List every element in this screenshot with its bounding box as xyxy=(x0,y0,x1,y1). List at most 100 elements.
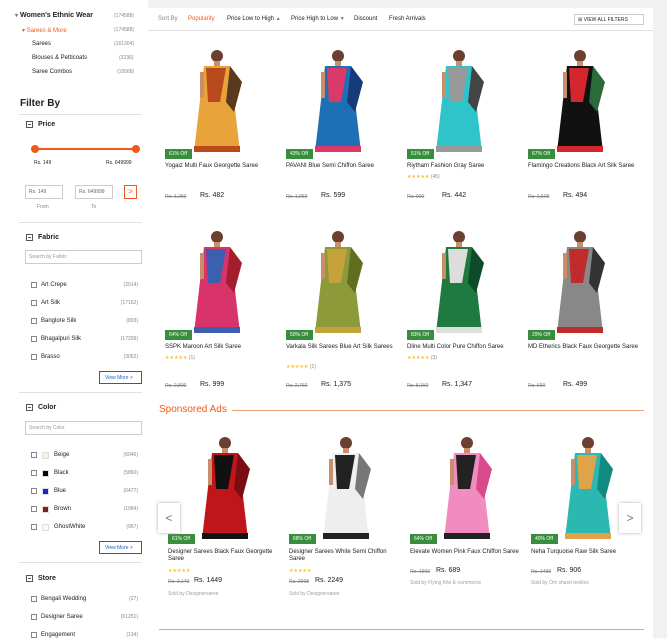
product-image-wrap[interactable] xyxy=(410,429,525,544)
category-sarees-more[interactable]: ▾ Sarees & More xyxy=(22,27,67,34)
product-image[interactable] xyxy=(410,429,525,544)
sort-price-high-low-tab[interactable]: Price High to Low ▼ xyxy=(291,16,345,22)
discount-badge: 61% Off xyxy=(168,534,195,544)
sort-fresh-arrivals-tab[interactable]: Fresh Arrivals xyxy=(389,16,426,22)
product-title[interactable]: Dline Multi Color Pure Chiffon Saree xyxy=(407,344,519,351)
product-image[interactable] xyxy=(402,42,517,157)
product-image[interactable] xyxy=(281,223,396,338)
seller-name: Sold by Designersaree xyxy=(289,591,340,597)
fabric-checkbox[interactable] xyxy=(31,318,37,324)
color-checkbox[interactable] xyxy=(31,470,37,476)
product-image[interactable] xyxy=(402,223,517,338)
color-option-label: Beige xyxy=(54,452,70,458)
collapse-price-icon[interactable] xyxy=(26,121,33,128)
collapse-store-icon[interactable] xyxy=(26,575,33,582)
product-card[interactable]: 29% Off MD Etherics Black Faux Georgette… xyxy=(523,223,640,389)
product-title[interactable]: Designer Sarees White Semi Chiffon Saree xyxy=(289,549,401,563)
store-option-label: Engagement xyxy=(41,632,76,638)
mrp-price: Rs. 699 xyxy=(528,383,546,389)
product-title[interactable]: Flamingo Creations Black Art Silk Saree xyxy=(528,163,640,170)
product-image[interactable] xyxy=(160,223,275,338)
product-image-wrap[interactable] xyxy=(160,223,275,338)
carousel-prev-button[interactable]: < xyxy=(158,503,180,533)
category-womens-ethnic-wear[interactable]: ▾ Women's Ethnic Wear xyxy=(15,12,93,19)
sort-popularity-tab[interactable]: Popularity xyxy=(188,16,215,31)
fabric-search-input[interactable]: Search by Fabric xyxy=(25,250,142,264)
color-checkbox[interactable] xyxy=(31,488,37,494)
category-sarees[interactable]: Sarees xyxy=(32,41,51,47)
product-image-wrap[interactable] xyxy=(289,429,404,544)
product-image[interactable] xyxy=(523,42,638,157)
selling-price: Rs. 1,375 xyxy=(321,381,351,388)
category-blouses[interactable]: Blouses & Petticoats xyxy=(32,55,87,61)
product-image-wrap[interactable] xyxy=(402,42,517,157)
product-title[interactable]: Riytham Fashion Gray Saree xyxy=(407,163,519,170)
price-slider-max-handle[interactable] xyxy=(132,145,140,153)
fabric-checkbox[interactable] xyxy=(31,354,37,360)
collapse-fabric-icon[interactable] xyxy=(26,234,33,241)
carousel-next-button[interactable]: > xyxy=(619,503,641,533)
color-checkbox[interactable] xyxy=(31,452,37,458)
product-title[interactable]: MD Etherics Black Faux Georgette Saree xyxy=(528,344,640,351)
fabric-checkbox[interactable] xyxy=(31,300,37,306)
product-image[interactable] xyxy=(289,429,404,544)
filter-icon: ⊞ xyxy=(578,17,583,23)
scrollbar[interactable] xyxy=(655,0,667,638)
product-title[interactable]: Neha Turquoise Raw Silk Saree xyxy=(531,549,643,556)
store-checkbox[interactable] xyxy=(31,596,37,602)
product-image-wrap[interactable] xyxy=(523,42,638,157)
price-min-input[interactable]: Rs. 149 xyxy=(25,185,63,199)
product-title[interactable]: Elevate Women Pink Faux Chiffon Saree xyxy=(410,549,522,556)
product-image-wrap[interactable] xyxy=(281,223,396,338)
price-max-input[interactable]: Rs. 649999 xyxy=(75,185,113,199)
product-image-wrap[interactable] xyxy=(402,223,517,338)
product-card[interactable]: 50% Off Varkala Silk Sarees Blue Art Sil… xyxy=(281,223,398,389)
product-title[interactable]: Designer Sarees Black Faux Georgette Sar… xyxy=(168,549,280,563)
product-image-wrap[interactable] xyxy=(523,223,638,338)
price-title: Price xyxy=(38,121,56,128)
sponsored-card[interactable]: 64% Off Elevate Women Pink Faux Chiffon … xyxy=(410,429,525,604)
product-title[interactable]: Yogaiz Multi Faux Georgette Saree xyxy=(165,163,277,170)
color-checkbox[interactable] xyxy=(31,524,37,530)
store-checkbox[interactable] xyxy=(31,632,37,638)
fabric-checkbox[interactable] xyxy=(31,282,37,288)
product-image-wrap[interactable] xyxy=(168,429,283,544)
fabric-option-label: Art Crepe xyxy=(41,282,67,288)
sponsored-card[interactable]: 61% Off Designer Sarees Black Faux Georg… xyxy=(168,429,283,604)
color-checkbox[interactable] xyxy=(31,506,37,512)
chevron-down-icon: ▾ xyxy=(15,13,19,19)
rating-count: (1) xyxy=(309,364,316,370)
product-title[interactable]: SSPK Maroon Art Silk Saree xyxy=(165,344,277,351)
price-slider-min-handle[interactable] xyxy=(31,145,39,153)
product-image[interactable] xyxy=(281,42,396,157)
price-go-button[interactable]: > xyxy=(124,185,137,199)
store-checkbox[interactable] xyxy=(31,614,37,620)
sort-discount-tab[interactable]: Discount xyxy=(354,16,377,22)
product-card[interactable]: 61% Off Yogaiz Multi Faux Georgette Sare… xyxy=(160,42,275,202)
product-card[interactable]: 83% Off Dline Multi Color Pure Chiffon S… xyxy=(402,223,519,389)
mrp-price: Rs. 2,800 xyxy=(165,383,187,389)
color-view-more-button[interactable]: View More > xyxy=(99,541,142,554)
color-option-count: (6046) xyxy=(123,452,138,458)
product-image[interactable] xyxy=(523,223,638,338)
sort-label: Price Low to High xyxy=(227,16,275,22)
fabric-checkbox[interactable] xyxy=(31,336,37,342)
product-title[interactable]: PAVANI Blue Semi Chiffon Saree xyxy=(286,163,398,170)
product-card[interactable]: 43% Off PAVANI Blue Semi Chiffon Saree R… xyxy=(281,42,396,202)
category-saree-combos[interactable]: Saree Combos xyxy=(32,69,72,75)
product-title[interactable]: Varkala Silk Sarees Blue Art Silk Sarees xyxy=(286,344,398,351)
product-card[interactable]: 67% Off Flamingo Creations Black Art Sil… xyxy=(523,42,638,202)
color-search-input[interactable]: Search by Color xyxy=(25,421,142,435)
product-card[interactable]: 64% Off SSPK Maroon Art Silk Saree ★★★★★… xyxy=(160,223,277,389)
discount-badge: 43% Off xyxy=(286,149,313,159)
product-image-wrap[interactable] xyxy=(160,42,275,157)
product-card[interactable]: 51% Off Riytham Fashion Gray Saree ★★★★★… xyxy=(402,42,517,202)
sponsored-card[interactable]: 68% Off Designer Sarees White Semi Chiff… xyxy=(289,429,404,604)
product-image[interactable] xyxy=(168,429,283,544)
product-image[interactable] xyxy=(160,42,275,157)
view-all-filters-button[interactable]: ⊞ VIEW ALL FILTERS xyxy=(574,14,644,25)
product-image-wrap[interactable] xyxy=(281,42,396,157)
fabric-view-more-button[interactable]: View More > xyxy=(99,371,142,384)
sort-price-low-high-tab[interactable]: Price Low to High ▲ xyxy=(227,16,281,22)
collapse-color-icon[interactable] xyxy=(26,404,33,411)
